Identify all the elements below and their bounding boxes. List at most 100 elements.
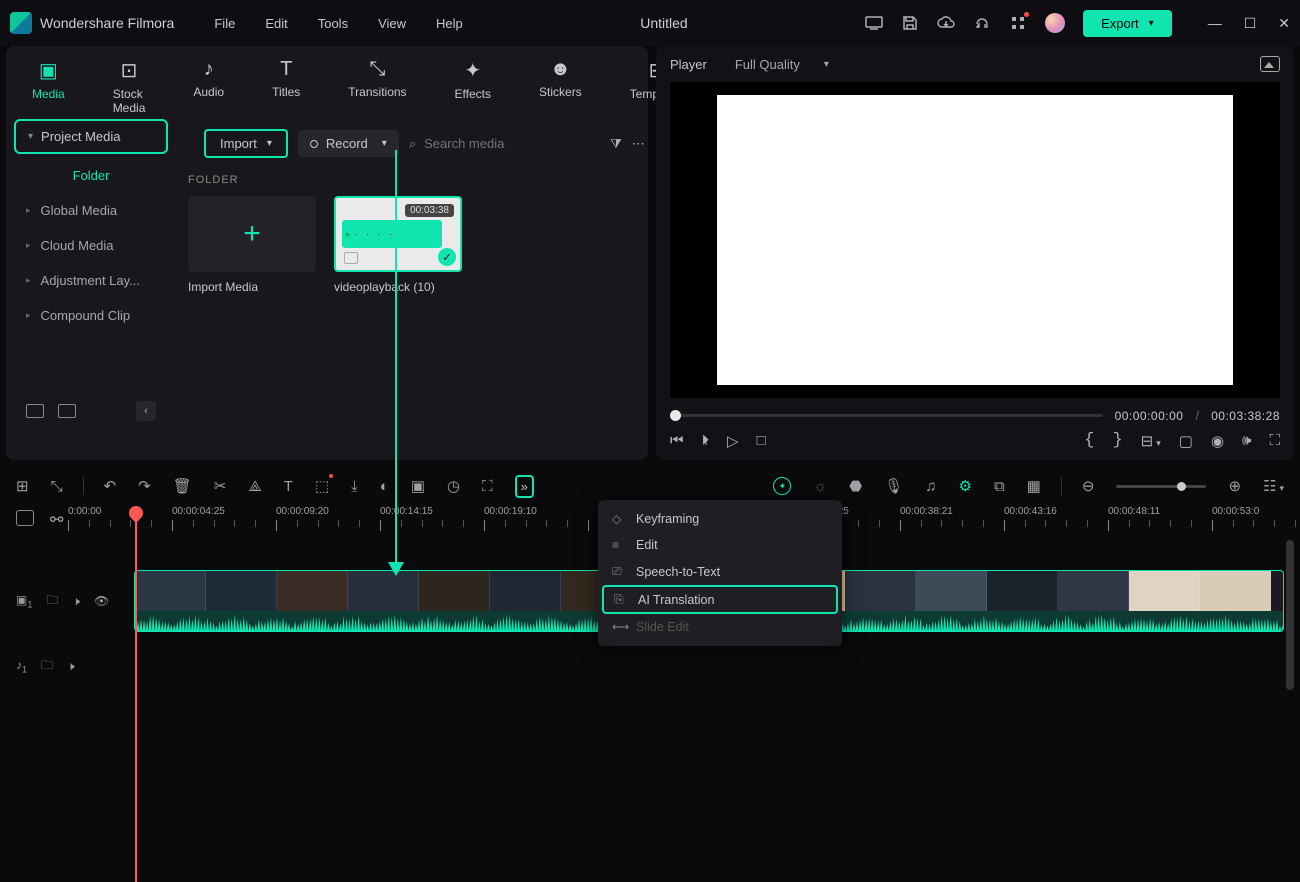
expand-icon[interactable]: ⛶: [482, 478, 493, 495]
sidebar-global-media[interactable]: ▸Global Media: [14, 193, 168, 228]
resize-icon[interactable]: ⬚: [315, 477, 329, 495]
redo-icon[interactable]: ↷: [138, 477, 151, 495]
render-icon[interactable]: ▣: [411, 477, 425, 495]
slide-icon: ⟷: [612, 620, 626, 634]
save-icon[interactable]: [901, 14, 919, 32]
zoom-out-icon[interactable]: ⊖: [1082, 477, 1095, 495]
zoom-slider[interactable]: [1116, 485, 1206, 488]
search-input[interactable]: [424, 136, 600, 151]
close-button[interactable]: ✕: [1278, 15, 1290, 32]
ctx-speech-to-text[interactable]: ⎚Speech-to-Text: [598, 558, 842, 585]
maximize-button[interactable]: ☐: [1244, 15, 1257, 32]
download-icon[interactable]: ⤓: [351, 478, 358, 495]
record-button[interactable]: Record▾: [298, 130, 399, 157]
sidebar-project-media[interactable]: ▾Project Media: [14, 119, 168, 154]
import-media-tile[interactable]: + Import Media: [188, 196, 316, 294]
new-folder-icon[interactable]: [26, 404, 44, 418]
snapshot-icon[interactable]: [1260, 56, 1280, 72]
sidebar-cloud-media[interactable]: ▸Cloud Media: [14, 228, 168, 263]
frame-icon[interactable]: ▦: [1027, 477, 1041, 495]
tab-stock-media[interactable]: ⊡Stock Media: [107, 54, 152, 119]
visibility-icon[interactable]: 👁: [94, 594, 109, 608]
stop-icon[interactable]: □: [757, 432, 766, 449]
media-thumbs: + Import Media 00:03:38 · · · · ✓ videop…: [188, 196, 636, 294]
collapse-sidebar-button[interactable]: ‹: [136, 401, 156, 421]
music-icon[interactable]: ♫: [925, 478, 936, 495]
device-icon[interactable]: [865, 14, 883, 32]
cut-icon[interactable]: ✂: [214, 477, 227, 495]
import-button[interactable]: Import▾: [204, 129, 288, 158]
mic-icon[interactable]: 🎙: [884, 477, 903, 495]
folder-small-icon[interactable]: 🗀: [46, 591, 58, 612]
sidebar-folder[interactable]: Folder: [14, 158, 168, 193]
mixer-icon[interactable]: ⚙: [959, 477, 972, 495]
headset-icon[interactable]: [973, 14, 991, 32]
color-icon[interactable]: ◐: [380, 478, 389, 495]
tab-titles[interactable]: TTitles: [266, 54, 306, 119]
menu-file[interactable]: File: [214, 16, 235, 31]
sun-icon[interactable]: ☼: [813, 478, 827, 495]
tab-media[interactable]: ▣Media: [26, 54, 71, 119]
grid-icon[interactable]: ⊞: [16, 477, 29, 495]
play-icon[interactable]: ▷: [727, 432, 739, 450]
cloud-icon[interactable]: [937, 14, 955, 32]
user-avatar[interactable]: [1045, 13, 1065, 33]
ctx-keyframing[interactable]: ◇Keyframing: [598, 506, 842, 532]
media-area: Import▾ Record▾ ⌕ ⧩ ⋯ FOLDER + Import Me…: [176, 119, 648, 460]
layout-icon[interactable]: ⊟▾: [1141, 432, 1161, 450]
crop-icon[interactable]: ⟁: [248, 478, 261, 495]
fullscreen-icon[interactable]: ⛶: [1269, 432, 1280, 449]
marker-icon[interactable]: ⬣: [849, 477, 862, 495]
view-options-icon[interactable]: ☷▾: [1263, 477, 1284, 495]
scrub-track[interactable]: [670, 414, 1103, 417]
zoom-in-icon[interactable]: ⊕: [1228, 477, 1241, 495]
menu-edit[interactable]: Edit: [265, 16, 287, 31]
mute-audio-icon[interactable]: 🕨: [67, 659, 75, 674]
tab-effects[interactable]: ✦Effects: [449, 54, 497, 119]
apps-icon[interactable]: [1009, 14, 1027, 32]
tab-stickers[interactable]: ☻Stickers: [533, 54, 588, 119]
mark-out-icon[interactable]: }: [1112, 431, 1122, 450]
ctx-edit[interactable]: ≡Edit: [598, 532, 842, 558]
media-clip-tile[interactable]: 00:03:38 · · · · ✓ videoplayback (10): [334, 196, 462, 294]
tab-transitions[interactable]: ⤡Transitions: [342, 54, 412, 119]
speed-icon[interactable]: ◷: [447, 477, 460, 495]
cursor-icon[interactable]: ⤡: [51, 478, 63, 495]
document-title: Untitled: [463, 15, 865, 31]
ai-icon[interactable]: ✦: [773, 477, 791, 495]
menu-help[interactable]: Help: [436, 16, 463, 31]
filter-icon[interactable]: ⧩: [610, 135, 622, 153]
step-icon[interactable]: ⏵⃓: [702, 432, 710, 449]
playhead-dot[interactable]: [670, 410, 681, 421]
minimize-button[interactable]: —: [1208, 15, 1222, 32]
menu-tools[interactable]: Tools: [318, 16, 348, 31]
preview-canvas[interactable]: [670, 82, 1280, 398]
more-icon[interactable]: ⋯: [632, 135, 645, 153]
vertical-scrollbar[interactable]: [1286, 540, 1294, 690]
sidebar-adjustment-layer[interactable]: ▸Adjustment Lay...: [14, 263, 168, 298]
link-icon[interactable]: ⚯: [50, 510, 68, 526]
undo-icon[interactable]: ↶: [104, 477, 117, 495]
new-bin-icon[interactable]: [58, 404, 76, 418]
tab-audio[interactable]: ♪Audio: [187, 54, 230, 119]
more-tools-button[interactable]: »: [515, 475, 534, 498]
prev-frame-icon[interactable]: ⏮: [670, 432, 684, 449]
display-icon[interactable]: ▢: [1179, 432, 1193, 450]
menu-view[interactable]: View: [378, 16, 406, 31]
export-button[interactable]: Export▾: [1083, 10, 1172, 37]
title-right: Export▾ — ☐ ✕: [865, 10, 1290, 37]
pip-icon[interactable]: ⧉: [994, 478, 1005, 495]
audio-icon: ♪: [204, 58, 214, 81]
delete-icon[interactable]: 🗑: [173, 477, 192, 495]
mark-in-icon[interactable]: {: [1084, 431, 1094, 450]
volume-icon[interactable]: 🕪: [1242, 432, 1251, 449]
camera-icon[interactable]: ◉: [1211, 432, 1224, 450]
quality-selector[interactable]: Full Quality▾: [735, 57, 829, 72]
timeline-playhead[interactable]: [135, 506, 137, 882]
sidebar-compound-clip[interactable]: ▸Compound Clip: [14, 298, 168, 333]
mute-video-icon[interactable]: 🕨: [72, 594, 80, 609]
text-icon[interactable]: T: [284, 478, 293, 495]
folder-small-icon[interactable]: 🗀: [41, 656, 53, 677]
track-layout-icon[interactable]: [16, 510, 34, 526]
ctx-ai-translation[interactable]: ⎘AI Translation: [602, 585, 838, 614]
